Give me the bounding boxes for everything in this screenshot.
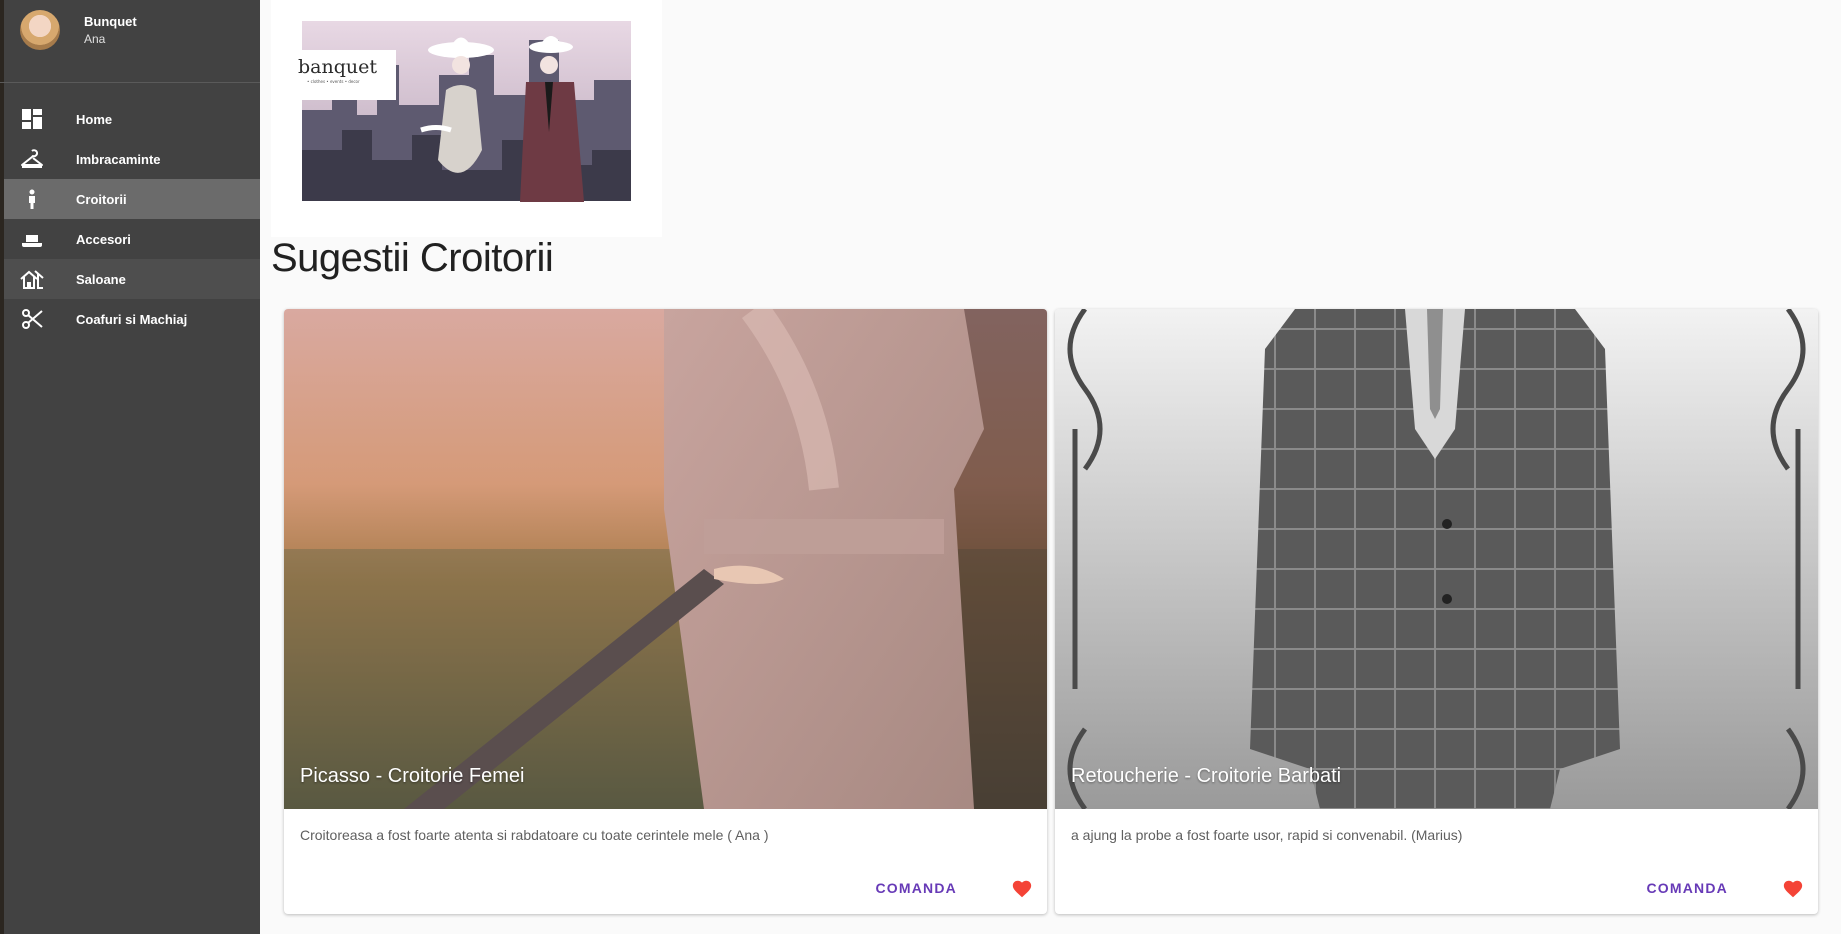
banner-image: banquet • clothes • events • decor — [271, 0, 662, 237]
nav-label-saloane: Saloane — [76, 271, 126, 287]
heart-icon[interactable] — [1011, 878, 1033, 900]
nav-label-imbracaminte: Imbracaminte — [76, 151, 161, 167]
card-title: Retoucherie - Croitorie Barbati — [1071, 765, 1342, 787]
card-image[interactable]: Picasso - Croitorie Femei — [284, 309, 1047, 809]
avatar — [20, 10, 60, 50]
card-picasso: Picasso - Croitorie Femei Croitoreasa a … — [284, 309, 1047, 914]
house-icon — [20, 270, 44, 289]
comanda-button[interactable]: COMANDA — [1646, 880, 1728, 896]
scissors-icon — [22, 309, 43, 329]
nav-label-croitorii: Croitorii — [76, 191, 127, 207]
card-review-text: Croitoreasa a fost foarte atenta si rabd… — [300, 827, 769, 843]
card-retoucherie: Retoucherie - Croitorie Barbati a ajung … — [1055, 309, 1818, 914]
hat-icon — [22, 235, 42, 247]
banner-logo-text: banquet — [298, 56, 377, 78]
page-title: Sugestii Croitorii — [271, 236, 554, 280]
sidebar: Bunquet Ana Home Imbracaminte Croitorii — [0, 0, 260, 934]
nav-item-croitorii[interactable]: Croitorii — [4, 179, 260, 219]
nav-item-saloane[interactable]: Saloane — [4, 259, 260, 299]
nav-label-accesori: Accesori — [76, 231, 131, 247]
nav-item-imbracaminte[interactable]: Imbracaminte — [4, 139, 260, 179]
user-subtitle: Ana — [84, 32, 106, 46]
user-name: Bunquet — [84, 14, 137, 29]
card-image[interactable]: Retoucherie - Croitorie Barbati — [1055, 309, 1818, 809]
dashboard-icon — [22, 109, 42, 129]
comanda-button[interactable]: COMANDA — [875, 880, 957, 896]
nav-item-home[interactable]: Home — [4, 99, 260, 139]
card-title: Picasso - Croitorie Femei — [300, 765, 525, 787]
nav-label-home: Home — [76, 111, 113, 127]
card-review-text: a ajung la probe a fost foarte usor, rap… — [1071, 827, 1463, 843]
user-profile[interactable]: Bunquet Ana — [0, 0, 260, 83]
hanger-icon — [21, 149, 43, 168]
nav-item-coafuri[interactable]: Coafuri si Machiaj — [4, 299, 260, 339]
nav-label-coafuri: Coafuri si Machiaj — [76, 311, 188, 327]
nav-menu: Home Imbracaminte Croitorii Accesori Sal… — [4, 99, 260, 339]
person-icon — [29, 189, 35, 209]
heart-icon[interactable] — [1782, 878, 1804, 900]
nav-item-accesori[interactable]: Accesori — [4, 219, 260, 259]
banner-tagline: • clothes • events • decor — [307, 79, 360, 84]
